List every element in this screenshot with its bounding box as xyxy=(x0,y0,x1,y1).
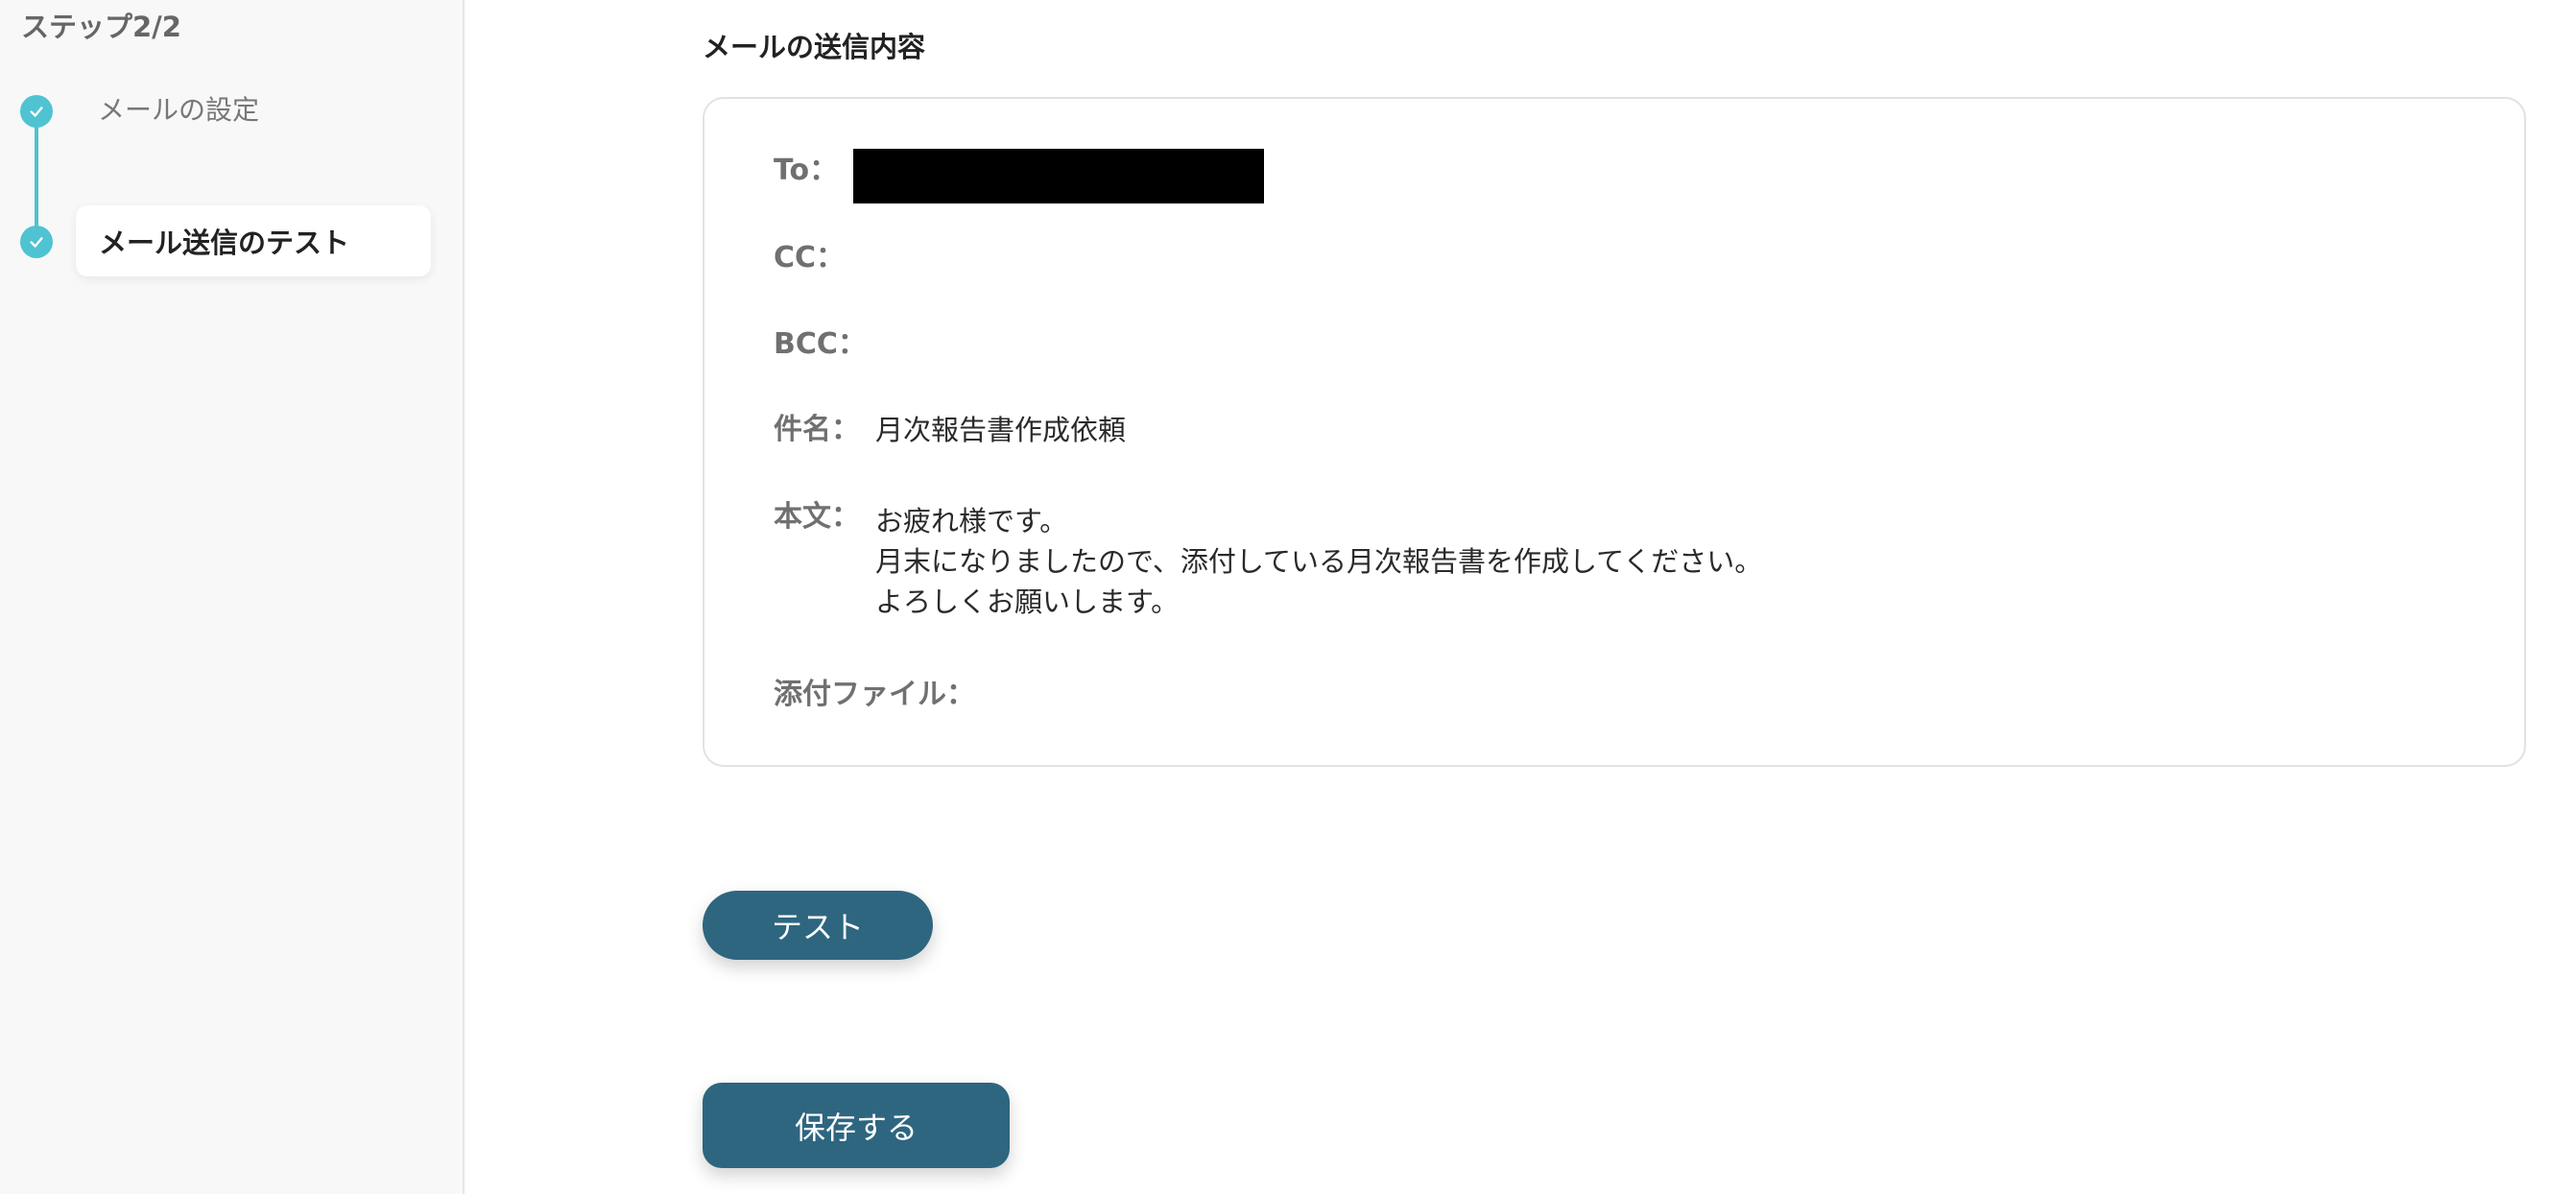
bcc-label: BCC： xyxy=(774,327,867,361)
sidebar: ステップ2/2 メールの設定 メール送信のテスト xyxy=(0,0,465,1194)
mail-preview-card: To： CC： BCC： 件名： 月次報告書作成依頼 本文： お疲れ様です。 月… xyxy=(703,97,2526,767)
to-label: To： xyxy=(774,154,839,187)
step-item-mail-settings[interactable]: メールの設定 xyxy=(98,92,259,129)
step-connector-line xyxy=(35,110,38,242)
check-icon xyxy=(20,95,53,128)
section-title: メールの送信内容 xyxy=(703,31,926,63)
cc-label: CC： xyxy=(774,241,846,275)
step-progress-title: ステップ2/2 xyxy=(21,11,181,43)
body-line: 月末になりましたので、添付している月次報告書を作成してください。 xyxy=(875,545,1763,578)
subject-label: 件名： xyxy=(774,413,860,446)
body-line: お疲れ様です。 xyxy=(875,505,1068,537)
subject-value: 月次報告書作成依頼 xyxy=(875,414,1127,446)
test-button[interactable]: テスト xyxy=(703,891,933,960)
body-line: よろしくお願いします。 xyxy=(875,585,1180,618)
body-value: お疲れ様です。 月末になりましたので、添付している月次報告書を作成してください。… xyxy=(875,501,1762,622)
step-item-label: メール送信のテスト xyxy=(99,227,350,259)
attachment-label: 添付ファイル： xyxy=(774,678,975,711)
to-redacted-value xyxy=(853,149,1264,203)
step-item-mail-test[interactable]: メール送信のテスト xyxy=(76,205,431,276)
save-button[interactable]: 保存する xyxy=(703,1083,1010,1168)
body-label: 本文： xyxy=(774,500,860,534)
check-icon xyxy=(20,226,53,258)
